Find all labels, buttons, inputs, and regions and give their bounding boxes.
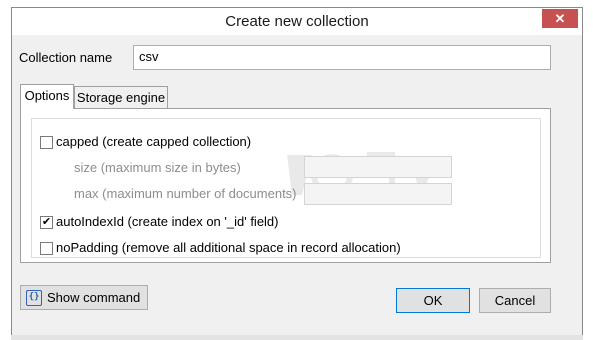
- close-button[interactable]: ✕: [542, 9, 578, 28]
- window-title: Create new collection: [225, 13, 369, 30]
- braces-icon: {}: [26, 290, 42, 306]
- size-input[interactable]: [304, 156, 452, 178]
- max-option-label: max (maximum number of documents): [74, 186, 297, 201]
- ok-button[interactable]: OK: [396, 288, 470, 313]
- collection-name-input[interactable]: csv: [133, 45, 551, 70]
- show-command-label: Show command: [47, 290, 141, 305]
- window-shadow: [11, 335, 583, 340]
- autoindexid-label: autoIndexId (create index on '_id' field…: [56, 214, 279, 229]
- tab-options[interactable]: Options: [20, 84, 74, 109]
- cancel-button[interactable]: Cancel: [479, 288, 551, 313]
- title-bar[interactable]: Create new collection ✕: [12, 8, 582, 35]
- collection-name-label: Collection name: [19, 50, 113, 65]
- nopadding-label: noPadding (remove all additional space i…: [56, 240, 401, 255]
- max-input[interactable]: [304, 183, 452, 205]
- autoindexid-checkbox[interactable]: ✔: [40, 216, 53, 229]
- tab-storage-engine[interactable]: Storage engine: [74, 86, 168, 108]
- capped-label: capped (create capped collection): [56, 134, 252, 149]
- close-icon: ✕: [554, 11, 566, 26]
- size-option-label: size (maximum size in bytes): [74, 160, 241, 175]
- nopadding-checkbox[interactable]: [40, 242, 53, 255]
- capped-checkbox[interactable]: [40, 136, 53, 149]
- show-command-button[interactable]: {} Show command: [20, 285, 148, 310]
